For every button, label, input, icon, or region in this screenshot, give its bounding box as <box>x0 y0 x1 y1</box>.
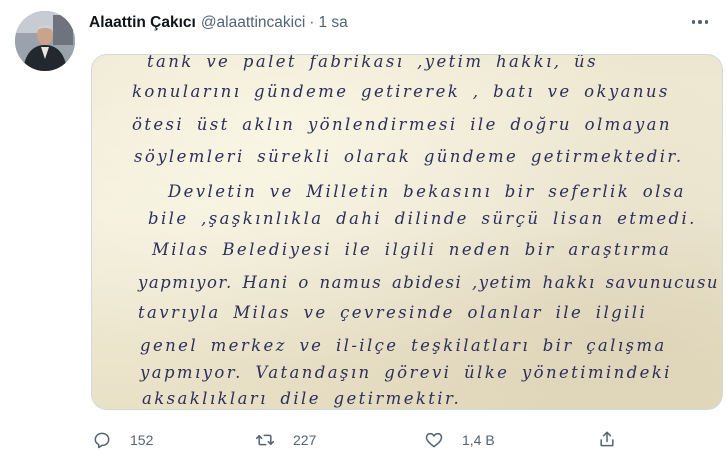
more-dot <box>698 20 702 24</box>
tweet-media-image[interactable]: tank ve palet fabrikası ,yetim hakkı, üs… <box>91 54 723 410</box>
handwritten-line: konularını gündeme getirerek , batı ve o… <box>132 82 670 101</box>
author-handle[interactable]: @alaattincakici <box>201 14 305 32</box>
paper-background <box>92 55 722 409</box>
like-button[interactable]: 1,4 B <box>424 430 495 450</box>
avatar[interactable] <box>15 11 75 71</box>
handwritten-line: yapmıyor. Hani o namus abidesi ,yetim ha… <box>138 273 720 292</box>
author-name[interactable]: Alaattin Çakıcı <box>89 14 196 32</box>
reply-count: 152 <box>130 432 154 448</box>
handwritten-line: tank ve palet fabrikası ,yetim hakkı, üs <box>147 54 598 71</box>
handwritten-line: söylemleri sürekli olarak gündeme getirm… <box>134 147 684 166</box>
like-count: 1,4 B <box>462 432 495 448</box>
retweet-count: 227 <box>293 432 317 448</box>
more-options-button[interactable] <box>685 10 715 34</box>
handwritten-line: aksaklıkları dile getirmektir. <box>142 389 462 408</box>
heart-icon <box>425 432 443 448</box>
avatar-image <box>15 11 75 71</box>
handwritten-line: ötesi üst aklın yönlendirmesi ile doğru … <box>132 115 672 134</box>
tweet-timestamp[interactable]: 1 sa <box>318 14 347 32</box>
handwritten-line: bile ,şaşkınlıkla dahi dilinde sürçü lis… <box>148 209 697 228</box>
separator-dot: · <box>309 14 315 31</box>
share-icon <box>600 431 614 447</box>
handwritten-line: Devletin ve Milletin bekasını bir seferl… <box>168 182 686 201</box>
retweet-button[interactable]: 227 <box>255 430 316 450</box>
more-dot <box>704 20 709 24</box>
tweet-actions: 152 227 1,4 B <box>0 428 727 452</box>
handwritten-line: genel merkez ve il-ilçe teşkilatları bir… <box>140 336 667 355</box>
tweet-header: Alaattin Çakıcı @alaattincakici · 1 sa <box>89 14 348 32</box>
retweet-icon <box>255 434 275 446</box>
handwritten-line: yapmıyor. Vatandaşın görevi ülke yönetim… <box>140 363 672 382</box>
reply-icon <box>94 432 110 449</box>
reply-button[interactable]: 152 <box>92 430 153 450</box>
share-button[interactable] <box>597 429 617 449</box>
handwritten-line: Milas Belediyesi ile ilgili neden bir ar… <box>152 240 672 259</box>
handwritten-line: tavrıyla Milas ve çevresinde olanlar ile… <box>138 303 648 322</box>
more-dot <box>691 20 696 24</box>
